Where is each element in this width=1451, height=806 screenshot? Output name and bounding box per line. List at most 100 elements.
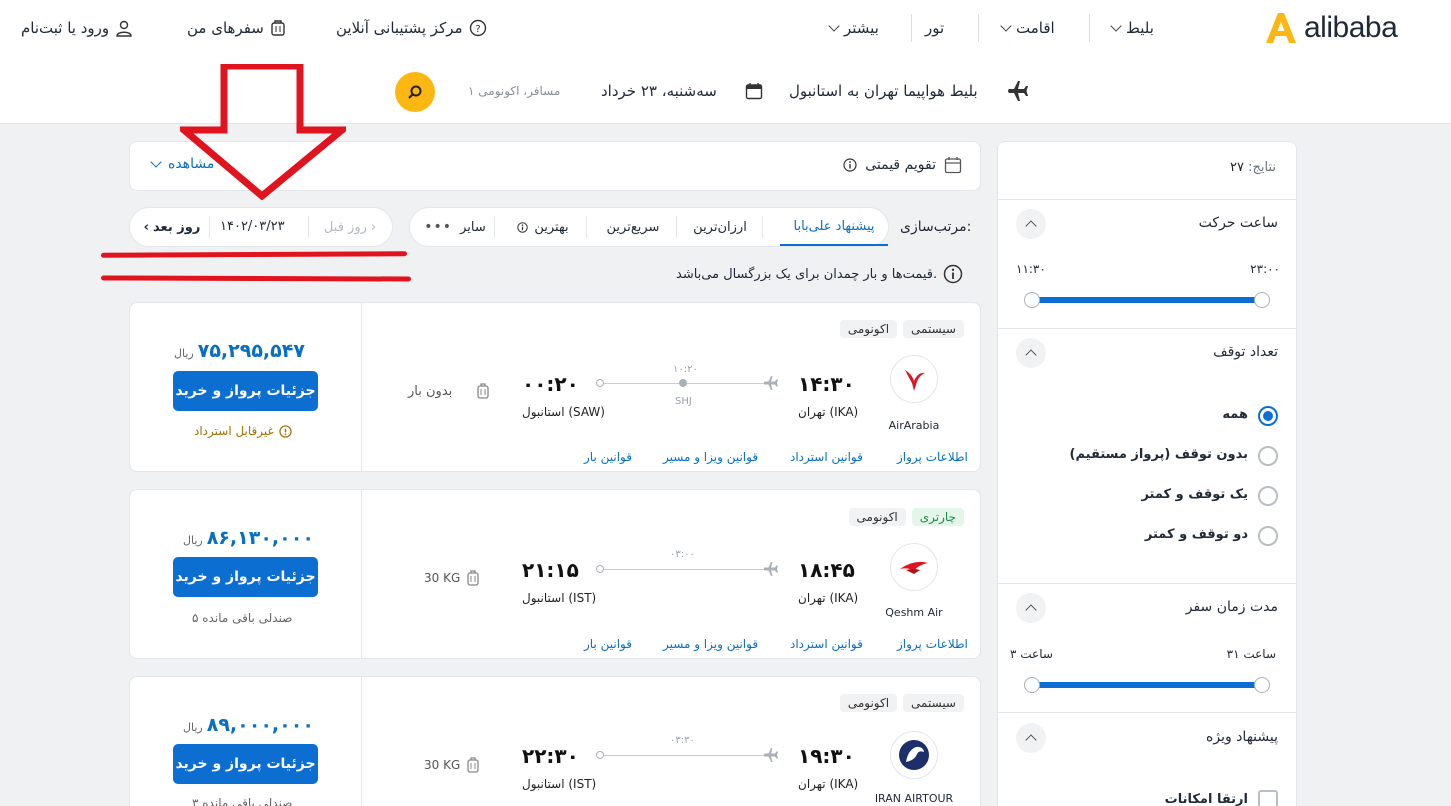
stop-option-label: دو توقف و کمتر — [1144, 527, 1248, 542]
user-icon — [116, 20, 132, 37]
stop-dot — [679, 379, 687, 387]
stop-option-one[interactable]: یک توقف و کمتر — [1078, 485, 1278, 507]
tab-alibaba-suggestion[interactable]: پیشنهاد علی‌بابا — [780, 208, 888, 246]
radio[interactable] — [1258, 446, 1278, 466]
currency-label: ریال — [183, 721, 203, 734]
tab-cheapest[interactable]: ارزان‌ترین — [680, 208, 760, 246]
departure-slider-max-handle[interactable] — [1254, 292, 1270, 308]
departure-time: ۱۴:۳۰ — [798, 372, 855, 396]
departure-time-title: ساعت حرکت — [1198, 215, 1278, 231]
tab-label: ارزان‌ترین — [693, 219, 747, 235]
refund-rules-link[interactable]: قوانین استرداد — [790, 637, 863, 651]
baggage-rules-link[interactable]: قوانین بار — [584, 450, 632, 464]
radio[interactable] — [1258, 526, 1278, 546]
refund-rules-link[interactable]: قوانین استرداد — [790, 450, 863, 464]
stop-option-label: یک توقف و کمتر — [1141, 487, 1248, 502]
route-line — [602, 755, 770, 756]
stop-airport: SHJ — [675, 396, 692, 407]
duration-title: مدت زمان سفر — [1185, 599, 1278, 615]
price-calendar-button[interactable]: تقویم قیمتی — [843, 156, 962, 174]
buy-button-label: جزئیات پرواز و خرید — [175, 383, 316, 399]
flight-duration: ۰۳:۳۰ — [670, 735, 695, 746]
tab-divider — [494, 216, 495, 238]
flight-card[interactable]: سیستمی اکونومی IRAN AIRTOUR ۱۹:۳۰ تهران … — [129, 676, 981, 806]
radio[interactable] — [1258, 486, 1278, 506]
alibaba-logo[interactable]: alibaba — [1262, 10, 1412, 46]
luggage-icon — [467, 757, 479, 773]
buy-button[interactable]: جزئیات پرواز و خرید — [173, 744, 318, 784]
ticket-type-badge: چارتری — [911, 508, 964, 526]
stop-option-two[interactable]: دو توقف و کمتر — [1078, 525, 1278, 547]
duration-max-label: ۳۱ ساعت — [1226, 647, 1276, 661]
duration-slider-min-handle[interactable] — [1024, 677, 1040, 693]
airline-name: AirArabia — [888, 419, 940, 432]
results-number: ۲۷ — [1229, 160, 1244, 175]
special-option-upgrade[interactable]: ارتقا امکانات — [1078, 789, 1278, 806]
stop-time: ۱۰:۲۰ — [673, 364, 698, 375]
stop-option-direct[interactable]: بدون توقف (پرواز مستقیم) — [1038, 445, 1278, 467]
support-link[interactable]: مرکز پشتیبانی آنلاین ? — [336, 18, 487, 38]
checkbox[interactable] — [1258, 790, 1278, 806]
tab-label: بهترین — [534, 219, 569, 235]
nav-ticket[interactable]: بلیط — [1110, 18, 1154, 38]
price-notice: قیمت‌ها و بار چمدان برای یک بزرگسال می‌ب… — [676, 264, 963, 284]
flight-info-link[interactable]: اطلاعات پرواز — [897, 450, 968, 464]
flight-tags: سیستمی اکونومی — [839, 320, 964, 338]
passengers-text: ۱ مسافر، اکونومی — [468, 84, 561, 98]
search-summary[interactable]: بلیط هواپیما تهران به استانبول سه‌شنبه، … — [395, 72, 1035, 112]
tab-label: سایر — [460, 219, 486, 235]
departure-time: ۱۹:۳۰ — [798, 744, 855, 768]
tab-best[interactable]: بهترین — [502, 208, 584, 246]
collapse-departure-button[interactable] — [1016, 209, 1046, 239]
divider — [361, 303, 362, 471]
baggage-rules-link[interactable]: قوانین بار — [584, 637, 632, 651]
collapse-duration-button[interactable] — [1016, 593, 1046, 623]
collapse-special-button[interactable] — [1016, 723, 1046, 753]
my-trips-link[interactable]: سفرهای من — [187, 18, 286, 38]
flight-card[interactable]: چارتری اکونومی Qeshm Air ۱۸:۴۵ تهران (IK… — [129, 489, 981, 659]
chevron-up-icon — [1025, 604, 1037, 616]
next-day-button[interactable]: ‹ روز بعد — [136, 208, 208, 246]
buy-button-label: جزئیات پرواز و خرید — [175, 756, 316, 772]
departure-max-label: ۲۳:۰۰ — [1250, 262, 1280, 276]
collapse-stops-button[interactable] — [1016, 338, 1046, 368]
departure-slider-track[interactable] — [1032, 297, 1264, 303]
price-calendar-label: تقویم قیمتی — [865, 157, 936, 173]
nav-tour[interactable]: تور — [925, 18, 944, 38]
prev-day-button[interactable]: روز قبل › — [308, 208, 392, 246]
radio-selected[interactable] — [1258, 406, 1278, 426]
stop-option-all[interactable]: همه — [1078, 405, 1278, 427]
visa-rules-link[interactable]: قوانین ویزا و مسیر — [663, 450, 758, 464]
tab-other[interactable]: ••• سایر — [420, 208, 490, 246]
results-count: نتایج: ۲۷ — [1230, 160, 1276, 175]
tab-divider — [762, 216, 763, 238]
stop-option-label: همه — [1222, 407, 1248, 422]
price-block: ریال ۷۵,۲۹۵,۵۴۷ — [174, 340, 305, 362]
day-navigation: روز قبل › ۱۴۰۲/۰۳/۲۳ ‹ روز بعد — [129, 207, 393, 247]
departure-city: تهران (IKA) — [798, 405, 859, 419]
visa-rules-link[interactable]: قوانین ویزا و مسیر — [663, 637, 758, 651]
seats-left-note: ۵ صندلی باقی مانده — [192, 611, 293, 625]
tab-divider — [586, 216, 587, 238]
buy-button[interactable]: جزئیات پرواز و خرید — [173, 557, 318, 597]
divider — [308, 216, 309, 238]
info-icon — [843, 158, 857, 172]
flight-info-link[interactable]: اطلاعات پرواز — [897, 637, 968, 651]
nav-accommodation[interactable]: اقامت — [1000, 18, 1055, 38]
duration-slider-track[interactable] — [1032, 682, 1264, 688]
duration-min-label: ۳ ساعت — [1010, 647, 1053, 661]
tab-label: پیشنهاد علی‌بابا — [793, 218, 875, 234]
buy-button[interactable]: جزئیات پرواز و خرید — [173, 371, 318, 411]
baggage-info: 30 KG — [424, 569, 480, 587]
duration-slider-max-handle[interactable] — [1254, 677, 1270, 693]
chevron-up-icon — [1025, 734, 1037, 746]
login-link[interactable]: ورود یا ثبت‌نام — [21, 18, 133, 38]
arrival-time: ۲۱:۱۵ — [522, 558, 579, 582]
calendar-icon — [745, 83, 763, 100]
tab-fastest[interactable]: سریع‌ترین — [592, 208, 674, 246]
departure-time: ۱۸:۴۵ — [798, 558, 855, 582]
search-button[interactable] — [395, 72, 435, 112]
flight-card[interactable]: سیستمی اکونومی AirArabia ۱۴:۳۰ تهران (IK… — [129, 302, 981, 472]
nav-more[interactable]: بیشتر — [828, 18, 879, 38]
departure-slider-min-handle[interactable] — [1024, 292, 1040, 308]
